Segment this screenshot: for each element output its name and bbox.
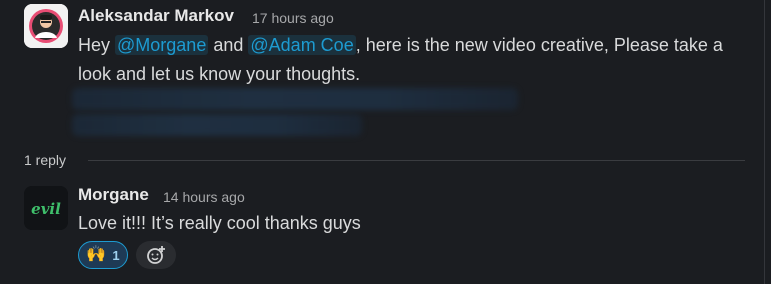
redacted-link-preview-line2 (72, 114, 362, 136)
text-segment: Hey (78, 35, 116, 55)
replies-divider: 1 reply (24, 150, 745, 172)
divider-line (88, 160, 745, 161)
thread-view: Aleksandar Markov 17 hours ago Hey @Morg… (0, 0, 771, 284)
emoji-add-icon (147, 246, 165, 264)
mention-morgane[interactable]: @Morgane (115, 35, 209, 55)
message-text-line2: look and let us know your thoughts. (78, 64, 361, 84)
reaction-raised-hands[interactable]: 🙌 1 (78, 241, 128, 269)
avatar-text: evil (31, 200, 61, 218)
reaction-count: 1 (112, 247, 120, 263)
add-reaction-button[interactable] (136, 241, 176, 269)
reply-timestamp[interactable]: 14 hours ago (163, 189, 245, 205)
pane-divider (764, 0, 765, 284)
timestamp[interactable]: 17 hours ago (252, 10, 334, 26)
reply-author-name[interactable]: Morgane (78, 185, 149, 205)
author-avatar[interactable] (24, 4, 68, 48)
reply-count: 1 reply (24, 152, 67, 168)
message-text: Hey @Morgane and @Adam Coe, here is the … (78, 31, 758, 60)
mention-adam-coe[interactable]: @Adam Coe (248, 35, 356, 55)
reply-avatar[interactable]: evil (24, 186, 68, 230)
text-segment: , here is the new video creative, Please… (355, 35, 723, 55)
evil-logo-icon: evil (24, 186, 68, 230)
raised-hands-icon: 🙌 (86, 246, 107, 263)
author-name[interactable]: Aleksandar Markov (78, 6, 234, 26)
text-segment: and (208, 35, 249, 55)
redacted-link-preview (72, 88, 518, 110)
reply-text: Love it!!! It’s really cool thanks guys (78, 213, 361, 233)
person-avatar-icon (24, 4, 68, 48)
